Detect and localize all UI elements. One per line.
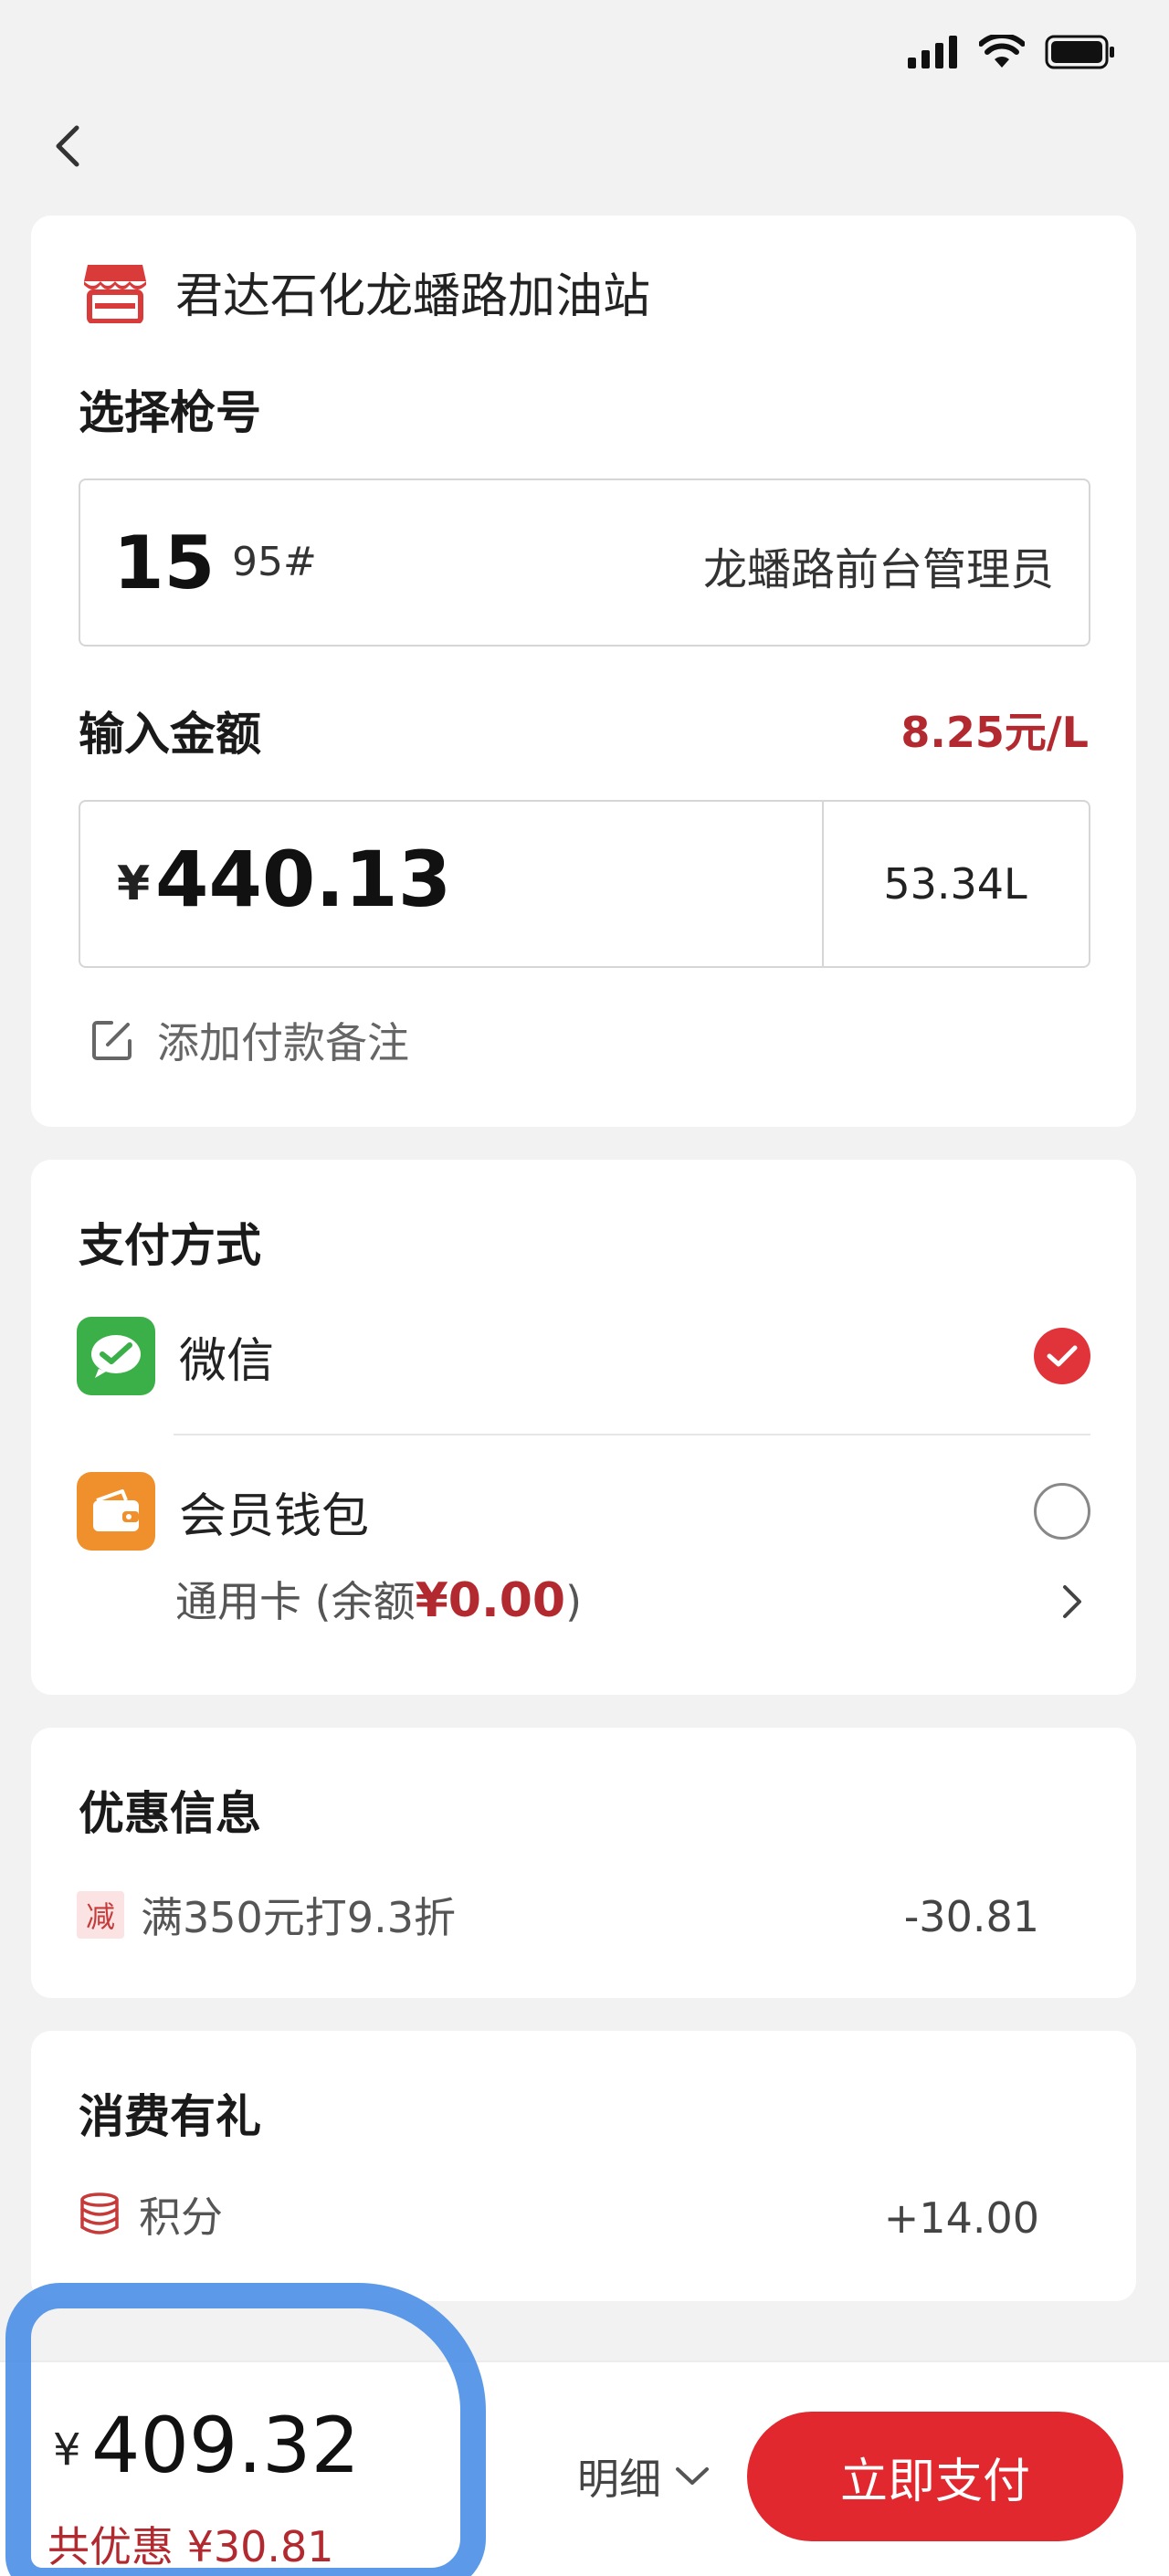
- payment-divider: [174, 1434, 1090, 1435]
- wallet-balance-suffix: ): [565, 1577, 583, 1626]
- coins-icon: [80, 2192, 119, 2234]
- amount-input[interactable]: ¥ 440.13: [80, 802, 824, 966]
- points-label: 积分: [139, 2192, 223, 2242]
- wallet-icon: [77, 1472, 155, 1551]
- wechat-pay-icon: [77, 1317, 155, 1395]
- highlight-annotation: [5, 2283, 486, 2576]
- signal-icon: [908, 36, 957, 68]
- amount-input-box[interactable]: ¥ 440.13 53.34L: [79, 800, 1090, 968]
- gun-operator: 龙蟠路前台管理员: [702, 544, 1054, 595]
- wechat-label: 微信: [179, 1333, 275, 1389]
- back-chevron-icon[interactable]: [44, 119, 99, 173]
- add-note-button[interactable]: 添加付款备注: [91, 1010, 409, 1070]
- wallet-balance-prefix: 通用卡 (余额: [175, 1577, 416, 1626]
- wechat-checked-radio[interactable]: [1034, 1328, 1090, 1384]
- amount-value: 440.13: [155, 835, 452, 924]
- chevron-right-icon[interactable]: [1059, 1582, 1085, 1622]
- edit-icon: [92, 1021, 132, 1060]
- currency-symbol: ¥: [117, 857, 151, 911]
- gun-section-title: 选择枪号: [79, 386, 261, 439]
- reward-section-title: 消费有礼: [79, 2090, 261, 2143]
- discount-badge: 减: [77, 1891, 124, 1939]
- payment-option-wechat[interactable]: 微信: [77, 1317, 274, 1395]
- station-header: 君达石化龙蟠路加油站: [82, 258, 650, 326]
- unit-price: 8.25元/L: [900, 708, 1089, 757]
- promotion-section-title: 优惠信息: [79, 1787, 261, 1840]
- fuel-grade: 95#: [232, 539, 317, 585]
- wallet-unchecked-radio[interactable]: [1034, 1483, 1090, 1540]
- reward-card: 消费有礼 积分 +14.00: [31, 2031, 1136, 2301]
- promotion-value: -30.81: [903, 1892, 1039, 1941]
- liters-value: 53.34L: [883, 859, 1027, 909]
- checkmark-icon: [1047, 1345, 1078, 1367]
- pay-now-button[interactable]: 立即支付: [747, 2412, 1123, 2541]
- wifi-icon: [979, 35, 1025, 68]
- promotion-card: 优惠信息 减 满350元打9.3折 -30.81: [31, 1728, 1136, 1998]
- status-icons: [908, 35, 1116, 69]
- wallet-balance-amount: ¥0.00: [415, 1573, 566, 1628]
- wallet-balance-row[interactable]: 通用卡 (余额 ¥0.00 ): [175, 1569, 582, 1629]
- wallet-label: 会员钱包: [179, 1488, 370, 1544]
- amount-section-title: 输入金额: [79, 708, 261, 761]
- gun-number: 15: [113, 520, 216, 605]
- payment-section-title: 支付方式: [79, 1219, 261, 1272]
- payment-option-wallet[interactable]: 会员钱包: [77, 1472, 369, 1551]
- promotion-row: 减 满350元打9.3折: [77, 1885, 456, 1945]
- status-bar: [0, 0, 1169, 110]
- add-note-label: 添加付款备注: [157, 1018, 409, 1067]
- chevron-down-icon: [676, 2467, 709, 2485]
- order-card: 君达石化龙蟠路加油站 选择枪号 15 95# 龙蟠路前台管理员 输入金额 8.2…: [31, 216, 1136, 1127]
- station-name: 君达石化龙蟠路加油站: [175, 269, 651, 324]
- points-value: +14.00: [883, 2193, 1039, 2243]
- gun-selector[interactable]: 15 95# 龙蟠路前台管理员: [79, 478, 1090, 647]
- detail-label: 明细: [577, 2455, 661, 2504]
- battery-icon: [1045, 35, 1114, 69]
- detail-toggle[interactable]: 明细: [577, 2446, 711, 2507]
- store-icon: [84, 264, 146, 323]
- points-row: 积分: [77, 2184, 223, 2245]
- payment-card: 支付方式 微信 会员钱包 通用卡 (余额 ¥0.00): [31, 1160, 1136, 1695]
- promotion-text: 满350元打9.3折: [141, 1893, 456, 1942]
